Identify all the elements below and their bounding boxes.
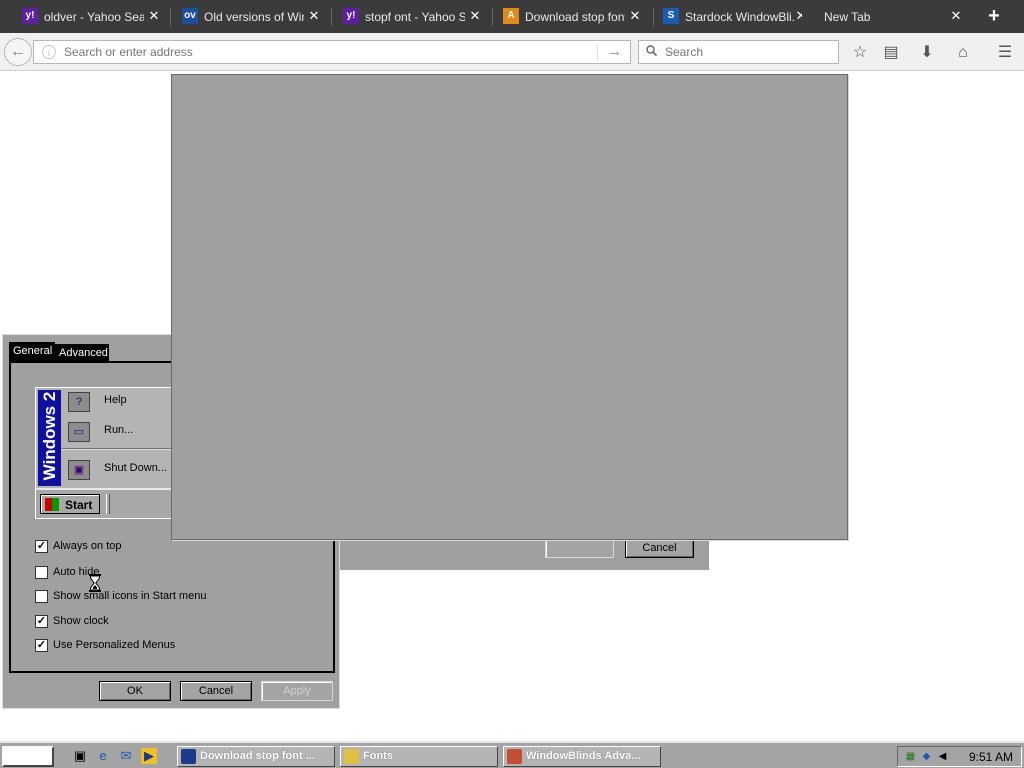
yahoo-icon: y! — [343, 8, 359, 24]
shutdown-icon: ▣ — [68, 460, 90, 480]
show-desktop-icon[interactable]: ▣ — [72, 748, 88, 764]
tab-yahoo-oldver[interactable]: y! oldver - Yahoo Sear... ✕ — [0, 0, 170, 33]
fonts-folder-icon — [344, 749, 359, 764]
tab-title: Old versions of Win... — [204, 9, 304, 24]
cancel-button[interactable]: Cancel — [180, 681, 252, 701]
media-player-icon[interactable]: ▶ — [141, 748, 157, 764]
checkbox-checked[interactable]: ✓ — [35, 540, 48, 553]
tab-title: Stardock WindowBli... — [685, 9, 795, 24]
windows-taskbar: ▣ e ✉ ▶ Download stop font ... Fonts Win… — [0, 741, 1024, 768]
stardock-icon: S — [663, 8, 679, 24]
system-tray: ▦ ◆ ◀ 9:51 AM — [897, 746, 1022, 767]
menu-item-run: ▭ Run... — [62, 418, 176, 446]
search-icon — [646, 45, 657, 56]
tab-stardock[interactable]: S Stardock WindowBli... ✕ — [641, 0, 817, 33]
go-arrow-icon[interactable]: → — [607, 43, 622, 60]
windowblinds-icon — [507, 749, 522, 764]
background-dialog: Cancel — [340, 538, 709, 570]
outlook-icon[interactable]: ✉ — [118, 748, 134, 764]
taskbar-grip — [106, 494, 110, 514]
firefox-icon — [181, 749, 196, 764]
info-icon[interactable]: i — [42, 45, 56, 59]
checkbox-checked[interactable]: ✓ — [35, 639, 48, 652]
url-bar[interactable]: i → — [33, 40, 631, 64]
search-input[interactable] — [665, 42, 830, 62]
download-arrow-icon[interactable]: ⬇ — [917, 43, 937, 63]
apply-button[interactable]: Apply — [261, 681, 333, 701]
windows-banner: Windows 2 — [38, 390, 61, 486]
tab-title: New Tab — [824, 9, 871, 24]
help-book-icon: ? — [68, 392, 90, 412]
close-icon[interactable]: ✕ — [468, 9, 482, 23]
url-separator — [597, 44, 598, 61]
task-fonts[interactable]: Fonts — [340, 746, 498, 767]
menu-item-help: ? Help — [62, 388, 176, 416]
checkbox-unchecked[interactable] — [35, 566, 48, 579]
windowblinds-tray-icon[interactable]: ◆ — [920, 750, 933, 763]
tab-title: stopf ont - Yahoo S... — [365, 9, 465, 24]
tab-general[interactable]: General — [9, 342, 55, 362]
tab-old-versions[interactable]: ov Old versions of Win... ✕ — [160, 0, 330, 33]
tab-yahoo-stopfont[interactable]: y! stopf ont - Yahoo S... ✕ — [321, 0, 491, 33]
yahoo-icon: y! — [22, 8, 38, 24]
start-menu-preview: Windows 2 ? Help ▭ Run... ▣ Shut Down...… — [35, 387, 176, 519]
close-icon[interactable]: ✕ — [949, 9, 963, 23]
run-icon: ▭ — [68, 422, 90, 442]
oldversion-icon: ov — [182, 8, 198, 24]
tab-title: oldver - Yahoo Sear... — [44, 9, 144, 24]
task-windowblinds[interactable]: WindowBlinds Adva... — [503, 746, 661, 767]
start-button[interactable] — [2, 746, 54, 767]
ok-button[interactable]: OK — [99, 681, 171, 701]
task-download-stop-font[interactable]: Download stop font ... — [177, 746, 335, 767]
menu-divider — [62, 448, 176, 450]
start-button-preview: Start — [40, 494, 100, 514]
search-bar[interactable] — [638, 40, 839, 64]
network-icon[interactable]: ▦ — [904, 750, 917, 763]
dialog2-cancel-button[interactable]: Cancel — [625, 538, 694, 558]
taskbar-preview: Start — [36, 488, 176, 518]
tab-download-stop-font[interactable]: A Download stop font ... ✕ — [481, 0, 651, 33]
tab-advanced[interactable]: Advanced — [55, 344, 109, 362]
volume-icon[interactable]: ◀ — [936, 750, 949, 763]
checkbox-checked[interactable]: ✓ — [35, 615, 48, 628]
browser-tab-strip: y! oldver - Yahoo Sear... ✕ ov Old versi… — [0, 0, 1024, 33]
option-show-clock[interactable]: ✓ Show clock — [35, 614, 315, 630]
close-icon[interactable]: ✕ — [147, 9, 161, 23]
hourglass-cursor-icon — [89, 574, 101, 592]
windows-logo-icon — [45, 498, 59, 511]
close-icon[interactable]: ✕ — [628, 9, 642, 23]
bookmark-star-icon[interactable]: ☆ — [850, 43, 870, 63]
back-arrow-icon: ← — [10, 43, 26, 60]
option-auto-hide[interactable]: Auto hide — [35, 565, 315, 581]
menu-hamburger-icon[interactable]: ☰ — [995, 43, 1015, 63]
blank-window — [171, 74, 848, 540]
download-icon: A — [503, 8, 519, 24]
option-personalized-menus[interactable]: ✓ Use Personalized Menus — [35, 638, 315, 654]
tab-title: Download stop font ... — [525, 9, 625, 24]
menu-item-shutdown: ▣ Shut Down... — [62, 456, 176, 484]
internet-explorer-icon[interactable]: e — [95, 748, 111, 764]
close-icon[interactable]: ✕ — [307, 9, 321, 23]
new-tab-plus-icon[interactable]: + — [983, 5, 1005, 27]
clock: 9:51 AM — [968, 750, 1013, 764]
option-always-on-top[interactable]: ✓ Always on top — [35, 539, 315, 555]
checkbox-unchecked[interactable] — [35, 590, 48, 603]
navigation-bar: ← i → ☆ ▤ ⬇ ⌂ ☰ — [0, 33, 1024, 71]
back-button[interactable]: ← — [4, 38, 32, 66]
url-input[interactable] — [64, 42, 594, 62]
tab-new-tab[interactable]: New Tab ✕ — [802, 0, 972, 33]
home-icon[interactable]: ⌂ — [953, 43, 973, 63]
option-small-icons[interactable]: Show small icons in Start menu — [35, 589, 315, 605]
hidden-ok-button — [545, 538, 614, 558]
reading-list-icon[interactable]: ▤ — [881, 43, 901, 63]
